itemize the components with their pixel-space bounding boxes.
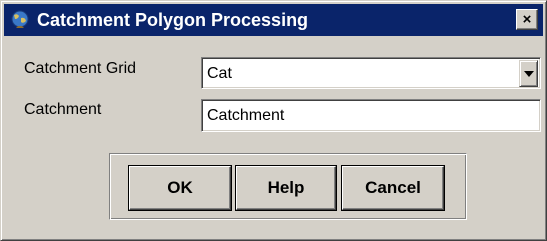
catchment-grid-select[interactable]: Cat [201,57,541,89]
globe-icon [11,10,29,28]
dropdown-button[interactable] [519,60,538,87]
catchment-grid-value: Cat [207,65,232,82]
catchment-label: Catchment [24,101,102,118]
close-button[interactable]: × [516,9,538,30]
catchment-grid-label: Catchment Grid [24,60,137,77]
close-icon: × [522,11,532,28]
dialog-window: Catchment Polygon Processing × Catchment… [0,0,547,241]
title-bar[interactable]: Catchment Polygon Processing × [4,4,543,36]
ok-button[interactable]: OK [129,166,231,210]
cancel-button[interactable]: Cancel [342,166,444,210]
help-button[interactable]: Help [236,166,336,210]
window-title: Catchment Polygon Processing [37,9,309,30]
catchment-value: Catchment [207,107,285,124]
chevron-down-icon [523,70,534,77]
catchment-input[interactable]: Catchment [201,99,541,132]
